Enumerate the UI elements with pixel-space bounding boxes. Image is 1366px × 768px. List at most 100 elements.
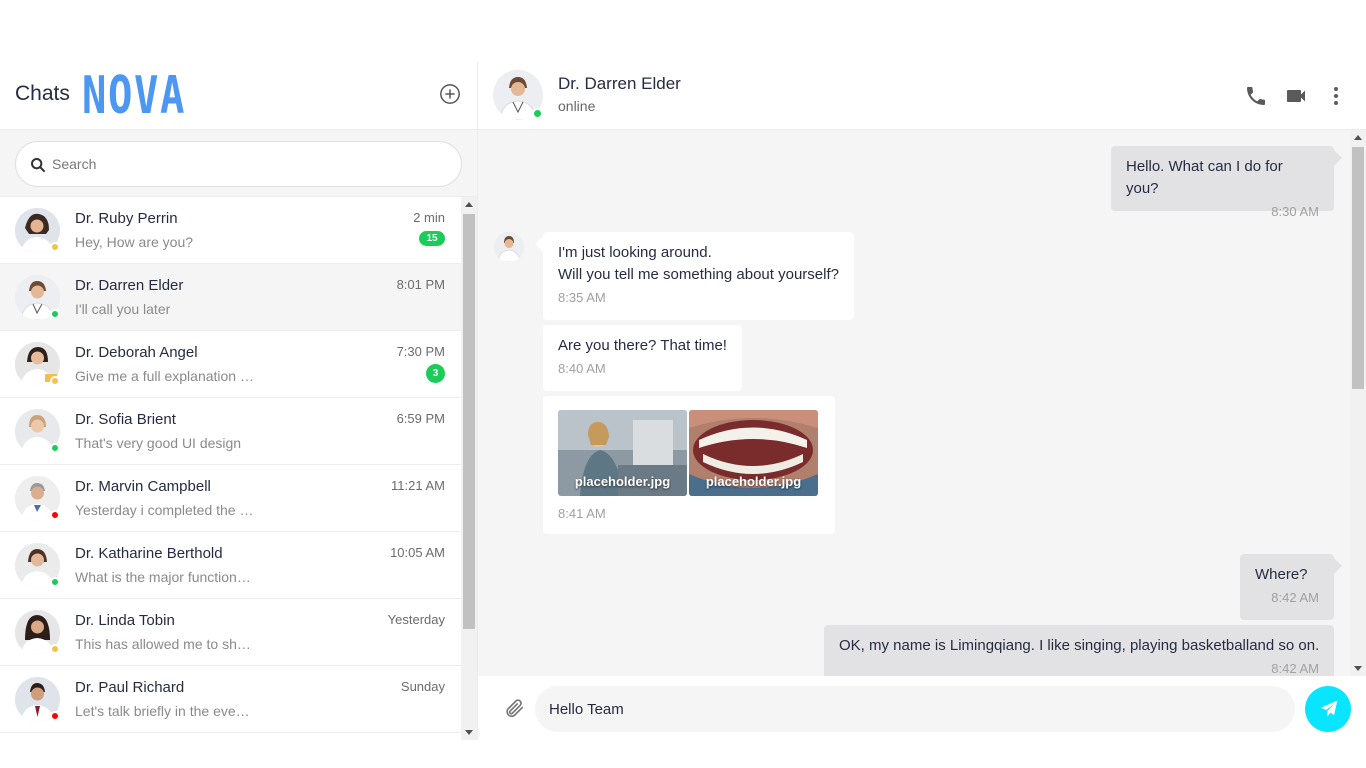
bubble-tail <box>1334 150 1342 166</box>
message-input[interactable] <box>535 686 1295 732</box>
chat-item-darren-elder[interactable]: Dr. Darren Elder I'll call you later 8:0… <box>0 264 461 331</box>
chat-time: 7:30 PM <box>396 344 445 359</box>
message-incoming-attachments: placeholder.jpg placeholder.jpg 8:41 AM <box>543 396 835 534</box>
chat-item-katharine-berthold[interactable]: Dr. Katharine Berthold What is the major… <box>0 532 461 599</box>
add-chat-icon[interactable] <box>439 83 461 105</box>
attachment-filename: placeholder.jpg <box>705 474 802 489</box>
chat-item-paul-richard[interactable]: Dr. Paul Richard Let's talk briefly in t… <box>0 666 461 733</box>
unread-badge: 3 <box>426 364 445 383</box>
paperclip-icon[interactable] <box>503 696 525 720</box>
message-list: Hello. What can I do for you? 8:30 AM I'… <box>478 130 1350 676</box>
message-text-line-2: Will you tell me something about yoursel… <box>558 266 839 283</box>
bubble-tail <box>535 236 543 252</box>
phone-icon[interactable] <box>1244 84 1268 108</box>
message-time: 8:30 AM <box>1271 204 1319 219</box>
search-input[interactable] <box>52 142 452 186</box>
contact-status: online <box>558 98 596 114</box>
chat-name: Dr. Ruby Perrin <box>75 210 178 227</box>
chat-preview: That's very good UI design <box>75 435 242 451</box>
chat-item-marvin-campbell[interactable]: Dr. Marvin Campbell Yesterday i complete… <box>0 465 461 532</box>
status-dot <box>50 309 60 319</box>
message-outgoing: Where? 8:42 AM <box>1240 554 1334 620</box>
chat-list-scrollbar[interactable] <box>461 197 477 740</box>
chats-title: Chats <box>15 82 70 105</box>
chat-name: Dr. Katharine Berthold <box>75 545 223 562</box>
message-incoming: Are you there? That time! 8:40 AM <box>543 325 742 391</box>
search-bar <box>0 130 477 197</box>
message-outgoing: OK, my name is Limingqiang. I like singi… <box>824 625 1334 676</box>
unread-badge: 15 <box>419 231 445 246</box>
chat-preview: What is the major functionality? <box>75 569 255 585</box>
video-icon[interactable] <box>1284 84 1308 108</box>
message-scrollbar[interactable] <box>1350 130 1366 676</box>
chat-name: Dr. Marvin Campbell <box>75 478 211 495</box>
scrollbar-thumb[interactable] <box>463 214 475 629</box>
chat-name: Dr. Paul Richard <box>75 679 185 696</box>
chat-preview: Let's talk briefly in the evening. <box>75 703 255 719</box>
chat-name: Dr. Deborah Angel <box>75 344 198 361</box>
message-text-line-1: I'm just looking around. <box>558 244 712 261</box>
brand-logo: NOVA <box>82 66 186 126</box>
status-dot <box>50 510 60 520</box>
status-dot <box>50 711 60 721</box>
chat-item-deborah-angel[interactable]: Dr. Deborah Angel Give me a full explana… <box>0 331 461 398</box>
chat-time: Yesterday <box>387 612 445 627</box>
chat-item-linda-tobin[interactable]: Dr. Linda Tobin This has allowed me to s… <box>0 599 461 666</box>
image-attachment[interactable]: placeholder.jpg <box>558 410 687 496</box>
chat-item-sofia-brient[interactable]: Dr. Sofia Brient That's very good UI des… <box>0 398 461 465</box>
more-vertical-icon[interactable] <box>1324 84 1348 108</box>
message-composer <box>478 676 1366 740</box>
bubble-tail <box>1334 558 1342 574</box>
scroll-down-arrow[interactable] <box>465 730 473 735</box>
message-text: Are you there? That time! <box>558 337 727 354</box>
scroll-down-arrow[interactable] <box>1354 666 1362 671</box>
status-dot <box>50 376 60 386</box>
contact-name: Dr. Darren Elder <box>558 74 681 93</box>
message-text: OK, my name is Limingqiang. I like singi… <box>839 637 1320 654</box>
chat-name: Dr. Sofia Brient <box>75 411 176 428</box>
chat-preview: This has allowed me to showcase <box>75 636 255 652</box>
chat-list: Dr. Ruby Perrin Hey, How are you? 2 min … <box>0 197 461 740</box>
chat-item-ruby-perrin[interactable]: Dr. Ruby Perrin Hey, How are you? 2 min … <box>0 197 461 264</box>
chat-name: Dr. Darren Elder <box>75 277 184 294</box>
sidebar-header: Chats NOVA <box>0 62 477 130</box>
search-box <box>15 141 462 187</box>
attachment-filename: placeholder.jpg <box>574 474 671 489</box>
message-text: Hello. What can I do for you? <box>1126 158 1283 197</box>
chat-time: Sunday <box>400 679 445 694</box>
scroll-up-arrow[interactable] <box>1354 135 1362 140</box>
message-time: 8:40 AM <box>558 361 606 376</box>
message-time: 8:35 AM <box>558 290 606 305</box>
status-dot <box>50 577 60 587</box>
message-time: 8:41 AM <box>558 506 606 521</box>
search-icon <box>31 158 46 173</box>
chat-time: 8:01 PM <box>396 277 445 292</box>
chat-time: 2 min <box>413 210 445 225</box>
conversation-panel: Dr. Darren Elder online Hello. What can … <box>478 62 1366 740</box>
chat-sidebar: Chats NOVA Dr. Ruby Perrin Hey, How are … <box>0 62 478 740</box>
message-outgoing: Hello. What can I do for you? 8:30 AM <box>1111 146 1334 219</box>
chat-time: 11:21 AM <box>391 478 445 493</box>
chat-time: 10:05 AM <box>390 545 445 560</box>
status-dot <box>50 644 60 654</box>
scroll-up-arrow[interactable] <box>465 202 473 207</box>
send-icon <box>1320 700 1337 717</box>
conversation-header: Dr. Darren Elder online <box>478 62 1366 130</box>
message-incoming: I'm just looking around. Will you tell m… <box>543 232 854 320</box>
sender-avatar <box>494 232 524 262</box>
chat-preview: Hey, How are you? <box>75 234 194 250</box>
chat-preview: I'll call you later <box>75 301 171 317</box>
scrollbar-thumb[interactable] <box>1352 147 1364 389</box>
online-status-dot <box>532 108 543 119</box>
message-time: 8:42 AM <box>1271 590 1319 605</box>
chat-time: 6:59 PM <box>396 411 445 426</box>
status-dot <box>50 242 60 252</box>
message-time: 8:42 AM <box>1271 661 1319 676</box>
message-text: Where? <box>1255 566 1308 583</box>
chat-name: Dr. Linda Tobin <box>75 612 175 629</box>
status-dot <box>50 443 60 453</box>
chat-preview: Give me a full explanation about our pro… <box>75 368 255 384</box>
chat-preview: Yesterday i completed the task <box>75 502 255 518</box>
image-attachment[interactable]: placeholder.jpg <box>689 410 818 496</box>
send-button[interactable] <box>1305 686 1351 732</box>
